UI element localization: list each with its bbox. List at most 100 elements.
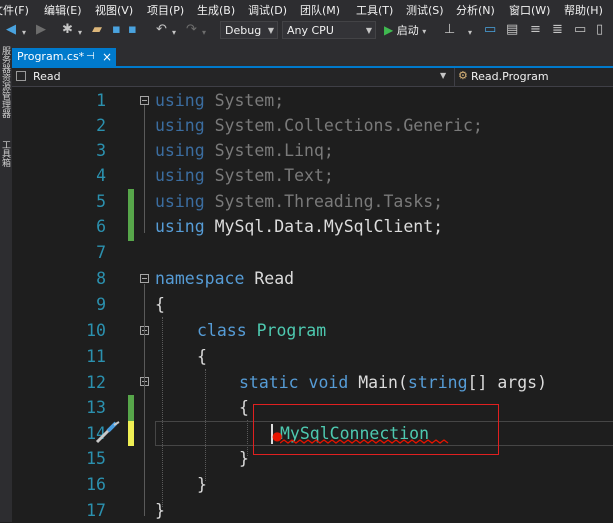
indent-icon[interactable]: ≣ <box>552 22 563 38</box>
line-number: 11 <box>86 347 106 366</box>
line-number: 8 <box>96 269 106 288</box>
undo-icon[interactable]: ↶ <box>156 22 167 38</box>
redo-dropdown-icon[interactable]: ▾ <box>202 25 206 41</box>
menu-view[interactable]: 视图(V) <box>95 2 133 18</box>
navigation-bar: Read ▼ ⚙ Read.Program <box>12 68 613 87</box>
line-number: 2 <box>96 116 106 135</box>
class-name: Program <box>256 321 327 340</box>
attach-icon[interactable]: ⊥ <box>444 22 455 38</box>
keyword: using <box>155 91 205 110</box>
menu-test[interactable]: 测试(S) <box>406 2 444 18</box>
code-line: static void Main(string[] args) <box>239 373 548 392</box>
redo-icon[interactable]: ↷ <box>186 22 197 38</box>
line-number: 6 <box>96 217 106 236</box>
save-all-icon[interactable]: ▪ <box>128 22 137 38</box>
namespace-name: Read <box>244 269 295 288</box>
line-number: 17 <box>86 501 106 520</box>
open-folder-icon[interactable]: ▰ <box>92 22 102 38</box>
line-number: 15 <box>86 449 106 468</box>
unsaved-change-marker <box>128 421 134 446</box>
brace: { <box>197 347 207 366</box>
back-dropdown-icon[interactable]: ▾ <box>22 25 26 41</box>
pin-icon[interactable]: ⊣ <box>86 48 95 66</box>
brace: } <box>239 449 249 468</box>
undo-dropdown-icon[interactable]: ▾ <box>172 25 176 41</box>
method-name: Main <box>358 373 398 392</box>
code-line: } <box>239 446 249 471</box>
menu-build[interactable]: 生成(B) <box>197 2 235 18</box>
namespace-name: System.Linq; <box>204 141 334 160</box>
toolbar: ◀ ▾ ▶ ✱ ▾ ▰ ▪ ▪ ↶ ▾ ↷ ▾ Debug ▼ Any CPU … <box>0 18 613 44</box>
brace: { <box>155 295 165 314</box>
project-name: Read <box>33 70 61 83</box>
collapse-toggle[interactable] <box>140 274 149 283</box>
collapse-toggle[interactable] <box>140 96 149 105</box>
keyword: using <box>155 192 205 211</box>
keyword: using <box>155 166 205 185</box>
comment-icon[interactable]: ▭ <box>574 22 586 38</box>
menu-help[interactable]: 帮助(H) <box>564 2 603 18</box>
namespace-name: MySql.Data.MySqlClient; <box>204 217 444 236</box>
code-line: using System; <box>155 88 284 113</box>
start-debugging-button[interactable]: ▶ 启动 ▾ <box>384 21 426 39</box>
line-number: 4 <box>96 166 106 185</box>
side-tool-strip: 服务器资源管理器 工具箱 <box>0 44 12 522</box>
csharp-project-icon <box>16 71 26 81</box>
keyword: static <box>239 373 299 392</box>
close-icon[interactable]: × <box>102 48 112 66</box>
platform-select[interactable]: Any CPU ▼ <box>282 21 376 39</box>
code-editor[interactable]: 1 2 3 4 5 6 7 8 9 10 11 12 13 14 15 16 1… <box>12 87 613 522</box>
keyword: using <box>155 217 205 236</box>
line-number: 5 <box>96 192 106 211</box>
menu-debug[interactable]: 调试(D) <box>248 2 287 18</box>
line-number: 13 <box>86 398 106 417</box>
save-icon[interactable]: ▪ <box>112 22 121 38</box>
menu-project[interactable]: 项目(P) <box>147 2 184 18</box>
line-number: 16 <box>86 475 106 494</box>
back-icon[interactable]: ◀ <box>6 22 16 38</box>
quick-actions-icon[interactable] <box>94 421 122 445</box>
menu-tools[interactable]: 工具(T) <box>356 2 393 18</box>
toolbox-tab[interactable]: 工具箱 <box>0 140 12 167</box>
new-project-icon[interactable]: ✱ <box>62 22 73 38</box>
change-marker <box>128 395 134 421</box>
keyword: void <box>308 373 349 392</box>
project-dropdown[interactable]: Read ▼ <box>12 68 452 86</box>
scope-dropdown[interactable]: ⚙ Read.Program <box>454 68 613 86</box>
code-line: } <box>197 472 207 497</box>
configuration-select[interactable]: Debug ▼ <box>220 21 278 39</box>
line-number: 3 <box>96 141 106 160</box>
tab-title: Program.cs* <box>17 50 85 63</box>
menu-analyze[interactable]: 分析(N) <box>456 2 495 18</box>
tab-program-cs[interactable]: Program.cs* ⊣ × <box>12 48 116 66</box>
menu-file[interactable]: 文件(F) <box>0 2 29 18</box>
indent-guide <box>162 317 163 507</box>
server-explorer-tab[interactable]: 服务器资源管理器 <box>0 46 12 118</box>
start-dropdown-icon: ▾ <box>422 27 427 36</box>
toggle-icon[interactable]: ▤ <box>506 22 518 38</box>
uncomment-icon[interactable]: ▯ <box>596 22 603 38</box>
code-line: using System.Linq; <box>155 138 334 163</box>
solution-explorer-icon[interactable]: ▭ <box>484 22 496 38</box>
forward-icon[interactable]: ▶ <box>36 22 46 38</box>
align-icon[interactable]: ≡ <box>530 22 541 38</box>
menu-edit[interactable]: 编辑(E) <box>44 2 82 18</box>
keyword: using <box>155 116 205 135</box>
new-dropdown-icon[interactable]: ▾ <box>78 25 82 41</box>
brace: } <box>155 501 165 520</box>
brace: { <box>239 398 249 417</box>
keyword: string <box>407 373 468 392</box>
start-label: 启动 <box>396 24 419 37</box>
line-number: 7 <box>96 243 106 262</box>
menu-team[interactable]: 团队(M) <box>300 2 340 18</box>
line-number: 9 <box>96 295 106 314</box>
namespace-name: System; <box>204 91 285 110</box>
play-icon: ▶ <box>384 23 394 37</box>
menu-window[interactable]: 窗口(W) <box>509 2 550 18</box>
code-line: } <box>155 498 165 523</box>
line-number: 1 <box>96 91 106 110</box>
toolbar-overflow-icon[interactable]: ▾ <box>468 25 472 41</box>
outline-line <box>144 105 145 233</box>
chevron-down-icon: ▼ <box>440 71 447 80</box>
namespace-name: System.Threading.Tasks; <box>204 192 444 211</box>
